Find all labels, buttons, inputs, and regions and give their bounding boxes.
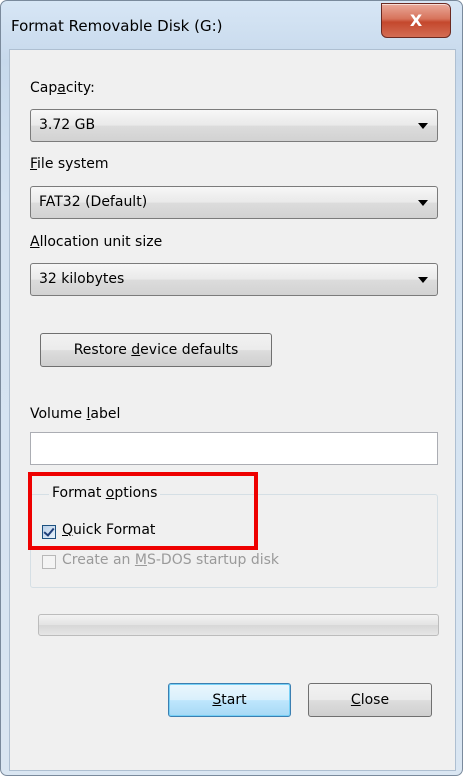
start-button[interactable]: Start xyxy=(168,683,291,717)
chevron-down-icon xyxy=(418,123,428,129)
volume-label-label: Volume label xyxy=(30,406,121,422)
close-button[interactable]: Close xyxy=(308,683,432,717)
restore-defaults-button[interactable]: Restore device defaults xyxy=(40,333,272,367)
file-system-value: FAT32 (Default) xyxy=(39,194,148,210)
highlight-box xyxy=(28,472,258,550)
allocation-unit-value: 32 kilobytes xyxy=(39,271,125,287)
volume-label-input[interactable] xyxy=(30,432,438,465)
allocation-unit-dropdown[interactable]: 32 kilobytes xyxy=(30,263,438,296)
capacity-dropdown[interactable]: 3.72 GB xyxy=(30,109,438,142)
close-icon: X xyxy=(409,11,423,30)
restore-defaults-label: Restore device defaults xyxy=(73,342,239,358)
msdos-startup-label: Create an MS-DOS startup disk xyxy=(62,552,280,568)
allocation-unit-label: Allocation unit size xyxy=(30,234,163,250)
window-close-button[interactable]: X xyxy=(381,3,451,38)
capacity-value: 3.72 GB xyxy=(39,117,96,133)
chevron-down-icon xyxy=(418,277,428,283)
file-system-label: File system xyxy=(30,156,109,172)
start-label: Start xyxy=(212,692,247,708)
close-label: Close xyxy=(350,692,390,708)
msdos-startup-checkbox[interactable] xyxy=(42,555,56,569)
capacity-label: Capacity: xyxy=(30,80,95,96)
file-system-dropdown[interactable]: FAT32 (Default) xyxy=(30,186,438,219)
format-progress-bar xyxy=(38,614,439,636)
window-title: Format Removable Disk (G:) xyxy=(11,17,223,35)
chevron-down-icon xyxy=(418,200,428,206)
